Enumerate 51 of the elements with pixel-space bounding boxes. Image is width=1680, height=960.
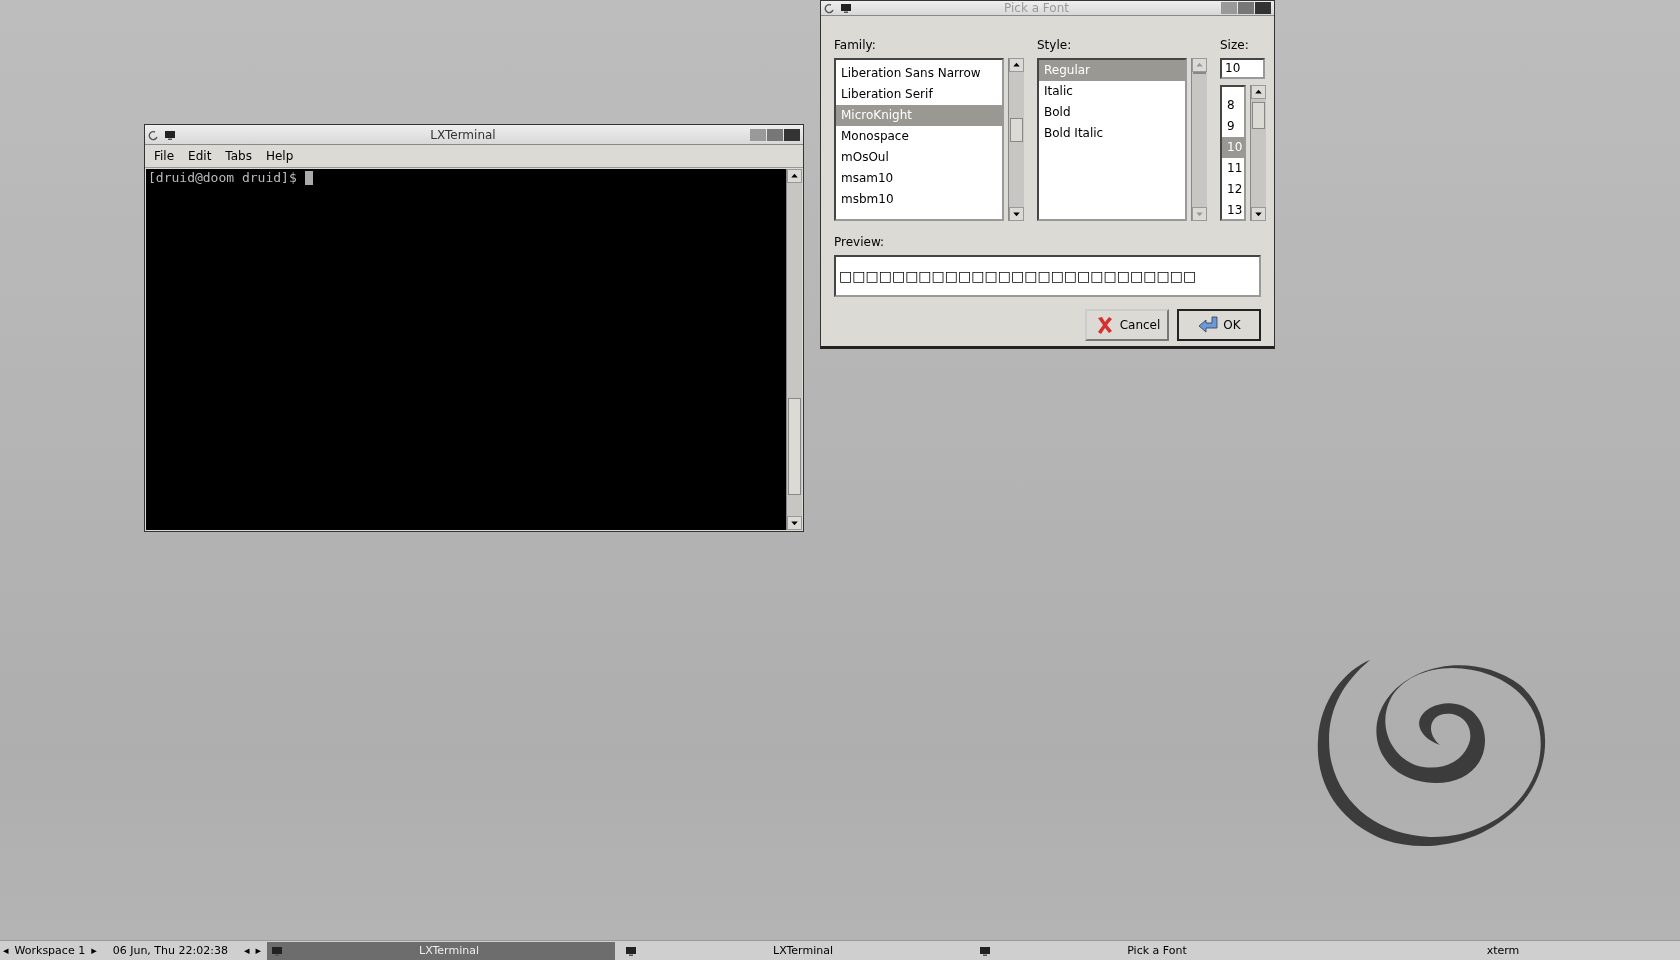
family-label: Family: [834, 38, 876, 52]
family-item[interactable]: Monospace [836, 126, 1002, 147]
preview-label: Preview: [834, 235, 885, 249]
style-item[interactable]: Bold [1039, 102, 1185, 123]
window-title: LXTerminal [429, 127, 497, 142]
close-button[interactable] [784, 128, 800, 141]
size-item[interactable]: 12 [1222, 179, 1244, 200]
swirl-icon[interactable] [148, 128, 160, 141]
menu-item[interactable]: Tabs [220, 148, 257, 164]
preview-field[interactable]: □□□□□□□□□□□□□□□□□□□□□□□□□□□ [834, 255, 1261, 297]
task-button[interactable]: xterm [1329, 941, 1677, 960]
style-item[interactable]: Italic [1039, 81, 1185, 102]
size-item[interactable]: 13 [1222, 200, 1244, 219]
size-field[interactable]: 10 [1220, 58, 1265, 79]
window-title: Pick a Font [1003, 1, 1070, 15]
monitor-icon [271, 944, 283, 957]
shell-prompt: [druid@doom druid]$ [148, 170, 297, 185]
maximize-button[interactable] [767, 128, 783, 141]
family-item[interactable]: Liberation Serif [836, 84, 1002, 105]
workspace-name: Workspace 1 [14, 944, 86, 957]
size-label: Size: [1220, 38, 1249, 52]
ok-button[interactable]: OK [1177, 309, 1261, 341]
previous-workspace-button[interactable]: ◂ [3, 944, 9, 957]
monitor-icon [840, 2, 852, 14]
scroll-left-button[interactable]: ◂ [243, 944, 250, 957]
style-label: Style: [1037, 38, 1072, 52]
clock: 06 Jun, Thu 22:02:38 [112, 944, 228, 957]
text-cursor [304, 171, 313, 185]
next-workspace-button[interactable]: ▸ [91, 944, 97, 957]
minimize-button[interactable] [750, 128, 766, 141]
scroll-right-button[interactable]: ▸ [255, 944, 261, 957]
monitor-icon [164, 128, 176, 141]
monitor-icon [625, 944, 637, 957]
size-item[interactable]: 9 [1222, 116, 1244, 137]
family-item[interactable]: mOsOul [836, 147, 1002, 168]
family-item[interactable]: msam10 [836, 168, 1002, 189]
style-item[interactable]: Bold Italic [1039, 123, 1185, 144]
cancel-button[interactable]: Cancel [1085, 309, 1169, 341]
menu-item[interactable]: Help [260, 148, 299, 164]
family-item[interactable]: msbm10 [836, 189, 1002, 210]
task-button[interactable]: LXTerminal [621, 941, 969, 960]
return-arrow-icon [1197, 315, 1220, 335]
size-item[interactable]: 8 [1222, 95, 1244, 116]
swirl-icon[interactable] [824, 2, 836, 14]
menu-item[interactable]: Edit [183, 148, 217, 164]
size-item[interactable]: 11 [1222, 158, 1244, 179]
family-item[interactable]: Liberation Sans Narrow [836, 63, 1002, 84]
monitor-icon [979, 944, 991, 957]
menu-item[interactable]: File [149, 148, 180, 164]
task-button[interactable]: Pick a Font [975, 941, 1323, 960]
task-button[interactable]: LXTerminal [267, 941, 615, 960]
